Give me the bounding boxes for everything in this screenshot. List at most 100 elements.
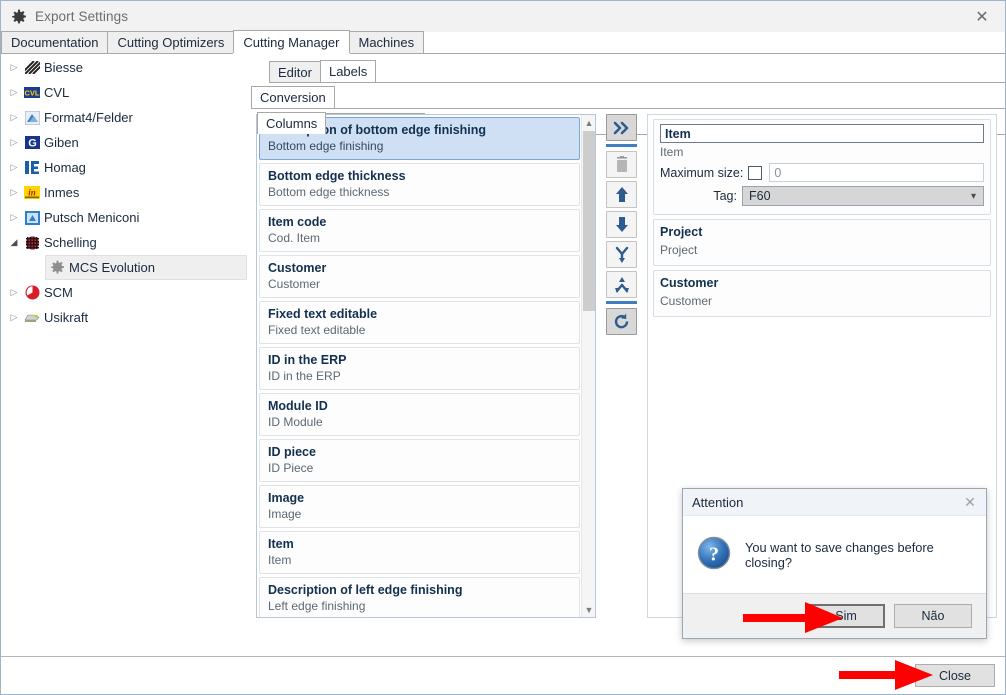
tab-documentation[interactable]: Documentation [1,31,109,53]
detail-card-subtitle: Item [660,145,684,159]
chevron-right-icon[interactable]: ▷ [7,61,21,75]
move-up-button[interactable] [606,181,637,208]
tab-cutting-optimizers[interactable]: Cutting Optimizers [107,31,235,53]
list-item-subtitle: Left edge finishing [268,599,366,613]
tree-item-inmes[interactable]: ▷ in Inmes [1,180,249,205]
tree-item-schelling[interactable]: ◢ Schelling [1,230,249,255]
giben-icon: G [24,135,40,151]
tree-item-label: Inmes [44,185,80,200]
list-item[interactable]: ID piece ID Piece [259,439,580,482]
list-item[interactable]: Description of left edge finishing Left … [259,577,580,617]
chevron-right-icon[interactable]: ▷ [7,86,21,100]
list-item-subtitle: Bottom edge finishing [268,139,384,153]
window-close-button[interactable]: ✕ [959,1,1005,32]
tree-item-label: Biesse [44,60,84,75]
tree-item-homag[interactable]: ▷ Homag [1,155,249,180]
tab-labels[interactable]: Labels [319,60,377,82]
detail-card-subtitle: Customer [660,294,713,308]
list-item[interactable]: Bottom edge thickness Bottom edge thickn… [259,163,580,206]
chevron-right-icon[interactable]: ▷ [7,136,21,150]
tab-editor[interactable]: Editor [269,61,321,82]
columns-list-container: Description of bottom edge finishing Bot… [256,114,596,618]
chevron-right-icon[interactable]: ▷ [7,286,21,300]
chevron-right-icon[interactable]: ▷ [7,186,21,200]
merge-button[interactable] [606,271,637,298]
list-item[interactable]: ID in the ERP ID in the ERP [259,347,580,390]
close-button[interactable]: Close [915,664,995,687]
tag-label: Tag: [713,189,737,203]
refresh-button[interactable] [606,308,637,335]
list-item-title: Image [268,491,305,505]
maximum-size-checkbox[interactable] [748,165,763,180]
tree-item-label: Format4/Felder [44,110,133,125]
dialog-footer: Sim Não [683,593,986,638]
dialog-close-button[interactable]: ✕ [954,489,986,516]
list-item[interactable]: Item Item [259,531,580,574]
list-item-subtitle: Customer [268,277,321,291]
scrollbar-thumb[interactable] [583,131,595,311]
list-item-subtitle: ID Module [268,415,323,429]
list-item[interactable]: Item code Cod. Item [259,209,580,252]
chevron-right-icon[interactable]: ▷ [7,161,21,175]
detail-card-subtitle: Project [660,243,698,257]
title-bar: Export Settings ✕ [1,1,1005,32]
tree-item-giben[interactable]: ▷ G Giben [1,130,249,155]
tab-conversion[interactable]: Conversion [251,86,335,108]
detail-card-title: Customer [660,276,719,290]
tree-item-label: Homag [44,160,86,175]
tag-select[interactable]: F60 ▾ [742,186,984,206]
columns-list[interactable]: Description of bottom edge finishing Bot… [257,115,582,617]
maximum-size-input[interactable] [769,163,984,182]
tree-item-cvl[interactable]: ▷ CVL CVL [1,80,249,105]
tab-columns[interactable]: Columns [257,112,327,134]
detail-card-item[interactable]: Item Maximum size: Tag: F60 ▾ [653,119,991,215]
list-item-title: Item [268,537,294,551]
tree-item-format4-felder[interactable]: ▷ Format4/Felder [1,105,249,130]
tree-item-label: MCS Evolution [69,260,155,275]
dialog-no-button[interactable]: Não [894,604,972,628]
tab-cutting-manager[interactable]: Cutting Manager [233,30,350,53]
export-settings-window: Export Settings ✕ Documentation Cutting … [0,0,1006,695]
list-item[interactable]: Image Image [259,485,580,528]
chevron-down-icon: ▾ [970,190,976,202]
tree-item-label: SCM [44,285,73,300]
chevron-right-icon[interactable]: ▷ [7,111,21,125]
move-down-button[interactable] [606,211,637,238]
question-mark-icon: ? [697,536,731,575]
window-title: Export Settings [35,9,129,24]
list-item[interactable]: Module ID ID Module [259,393,580,436]
list-item-title: ID in the ERP [268,353,347,367]
chevron-right-icon[interactable]: ▷ [7,311,21,325]
list-item-subtitle: ID in the ERP [268,369,341,383]
tab-machines[interactable]: Machines [348,31,425,53]
tree-item-mcs-evolution[interactable]: MCS Evolution [45,255,247,280]
chevron-up-icon[interactable]: ▲ [582,115,595,130]
homag-icon [24,160,40,176]
list-action-toolbar [606,114,640,414]
delete-button[interactable] [606,151,637,178]
list-item[interactable]: Customer Customer [259,255,580,298]
chevron-down-icon[interactable]: ◢ [7,236,21,250]
split-button[interactable] [606,241,637,268]
detail-card-project[interactable]: Project Project [653,219,991,266]
dialog-yes-button[interactable]: Sim [807,604,885,628]
tree-item-label: Usikraft [44,310,89,325]
item-name-input[interactable] [660,124,984,143]
detail-card-customer[interactable]: Customer Customer [653,270,991,317]
chevron-down-icon[interactable]: ▼ [582,602,595,617]
svg-text:in: in [28,188,36,198]
tree-item-putsch-meniconi[interactable]: ▷ Putsch Meniconi [1,205,249,230]
chevron-right-icon[interactable]: ▷ [7,211,21,225]
tag-select-value: F60 [749,189,771,203]
list-item[interactable]: Fixed text editable Fixed text editable [259,301,580,344]
tree-item-biesse[interactable]: ▷ Biesse [1,55,249,80]
cvl-icon: CVL [24,85,40,101]
svg-text:G: G [28,138,37,150]
attention-dialog: Attention ✕ ? You want to save changes b… [682,488,987,639]
columns-list-scrollbar[interactable]: ▲ ▼ [581,115,595,617]
add-all-button[interactable] [606,114,637,141]
tree-item-scm[interactable]: ▷ SCM [1,280,249,305]
list-item-title: Customer [268,261,327,275]
list-item-title: Fixed text editable [268,307,378,321]
tree-item-usikraft[interactable]: ▷ Usikraft [1,305,249,330]
